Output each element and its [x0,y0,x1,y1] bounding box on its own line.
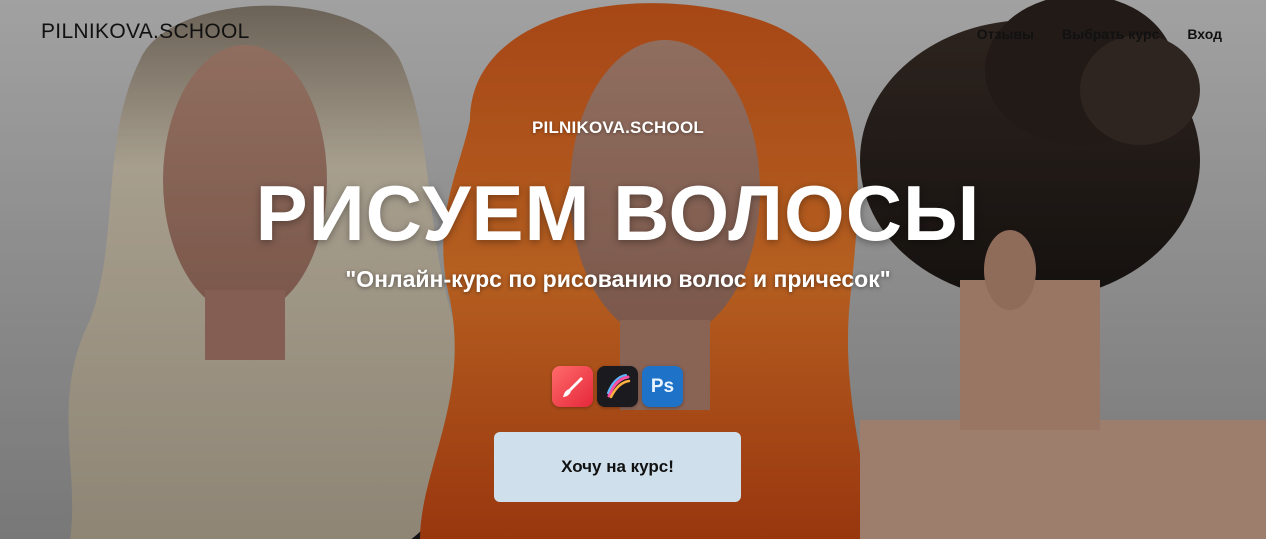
hero-subtitle: "Онлайн-курс по рисованию волос и причес… [345,266,891,292]
hero-brand: PILNIKOVA.SCHOOL [532,118,704,137]
app-icons: Ps [552,366,683,407]
photoshop-icon: Ps [642,366,683,407]
procreate-icon [597,366,638,407]
hero-content: PILNIKOVA.SCHOOL РИСУЕМ ВОЛОСЫ "Онлайн-к… [0,0,1266,539]
paint-brush-icon [552,366,593,407]
hero-title: РИСУЕМ ВОЛОСЫ [255,169,981,257]
enroll-course-button[interactable]: Хочу на курс! [494,432,741,502]
hero-section: PILNIKOVA.SCHOOL Отзывы Выбрать курс Вхо… [0,0,1266,539]
photoshop-icon-label: Ps [650,375,675,397]
